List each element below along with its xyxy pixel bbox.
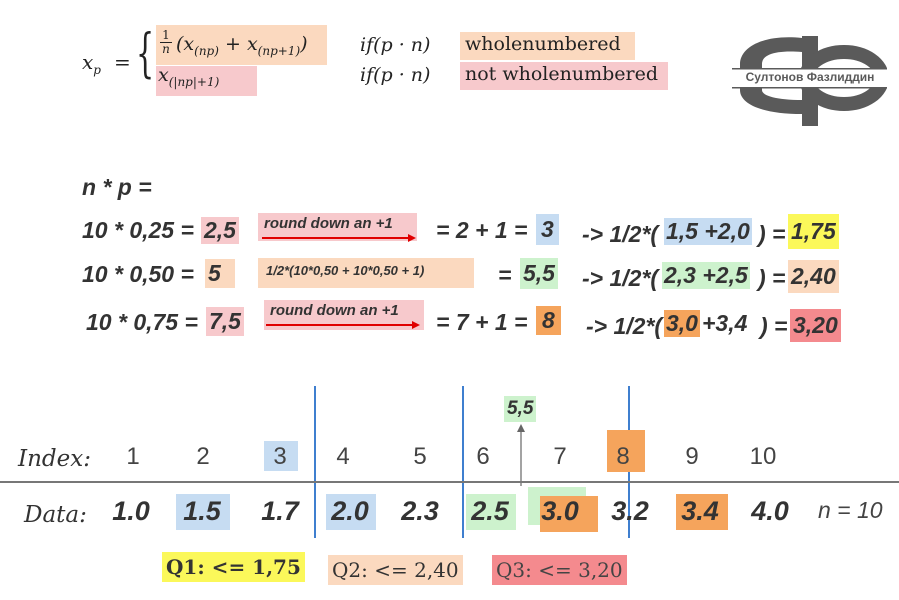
formula-brace: { — [136, 24, 155, 84]
data-cell: 1.0 — [112, 496, 150, 526]
up-arrow-icon — [517, 424, 525, 486]
formula-case1: (x(np) + x(np+1)) — [176, 33, 308, 58]
calc-equation: = — [498, 262, 512, 288]
data-cell: 1.7 — [261, 496, 299, 526]
formula-label1: wholenumbered — [465, 33, 621, 55]
formula-label2: not wholenumbered — [465, 63, 658, 85]
formula-condition1: if(p · n) — [360, 34, 431, 56]
calc-index: 8 — [536, 306, 561, 335]
q3-result-box: Q3: <= 3,20 — [492, 555, 627, 585]
formula-case2: x(|np|+1) — [158, 64, 220, 89]
calc-header: n * p = — [82, 174, 152, 200]
index-cell: 3 — [273, 443, 287, 470]
logo-text: Султонов Фазлиддин — [745, 70, 875, 84]
data-cell: 3.4 — [681, 496, 719, 526]
data-cell: 2.3 — [401, 496, 439, 526]
formula-lhs: xp — [82, 50, 101, 77]
calc-pair: 2,3 +2,5 — [662, 262, 750, 289]
calc-quartile: 1,75 — [788, 214, 839, 249]
index-cell: 5 — [413, 443, 427, 470]
index-cell: 10 — [749, 443, 777, 470]
calc-quartile: 2,40 — [788, 260, 839, 293]
calc-close: ) = — [760, 313, 788, 339]
calc-equation: = 7 + 1 = — [436, 309, 528, 335]
data-label: Data: — [24, 502, 87, 528]
table-separator — [0, 481, 899, 483]
calc-expression: 10 * 0,50 = — [82, 261, 194, 287]
sample-size-label: n = 10 — [818, 497, 883, 523]
author-logo: Султонов Фазлиддин — [732, 30, 889, 128]
calc-equation: = 2 + 1 = — [436, 217, 528, 243]
calc-result: 2,5 — [201, 217, 239, 244]
calc-result: 7,5 — [206, 307, 244, 336]
index-cell: 4 — [336, 443, 350, 470]
index-cell: 1 — [126, 443, 140, 470]
index-cell: 6 — [476, 443, 490, 470]
data-cell: 4.0 — [751, 496, 789, 526]
data-cell: 2.5 — [471, 496, 509, 526]
red-arrow-icon — [266, 321, 420, 329]
calc-note: round down an +1 — [264, 215, 393, 232]
calc-expression: 10 * 0,25 = — [82, 217, 194, 243]
index-cell: 9 — [685, 443, 699, 470]
data-cell: 1.5 — [183, 496, 221, 526]
formula-equals: = — [114, 50, 131, 74]
calc-close: ) = — [758, 221, 786, 247]
calc-pair-b: +3,4 — [702, 310, 748, 336]
index-cell: 8 — [616, 443, 630, 470]
formula-fraction: 1 n — [160, 29, 172, 56]
red-arrow-icon — [262, 234, 416, 242]
formula-condition2: if(p · n) — [360, 64, 431, 86]
q2-result-box: Q2: <= 2,40 — [328, 555, 463, 585]
calc-result: 5 — [205, 259, 235, 288]
calc-index: 3 — [536, 214, 559, 245]
calc-note: 1/2*(10*0,50 + 10*0,50 + 1) — [266, 263, 425, 278]
data-cell: 2.0 — [331, 496, 369, 526]
index-cell: 7 — [553, 443, 567, 470]
calc-note: round down an +1 — [270, 302, 399, 319]
calc-pair: 1,5 +2,0 — [664, 218, 752, 245]
calc-pair-a: 3,0 — [664, 310, 700, 337]
calc-arrow: -> 1/2*( — [582, 221, 659, 247]
data-cell: 3.0 — [541, 496, 579, 526]
calc-arrow: -> 1/2*( — [582, 265, 659, 291]
index-label: Index: — [18, 446, 91, 472]
calc-expression: 10 * 0,75 = — [86, 309, 198, 335]
median-marker: 5,5 — [504, 396, 537, 422]
q1-result-box: Q1: <= 1,75 — [162, 552, 305, 582]
calc-arrow: -> 1/2*( — [586, 313, 663, 339]
data-cell: 3.2 — [611, 496, 649, 526]
calc-close: ) = — [758, 265, 786, 291]
quartile-divider — [314, 386, 316, 538]
calc-quartile: 3,20 — [790, 309, 841, 342]
index-cell: 2 — [196, 443, 210, 470]
calc-index: 5,5 — [520, 258, 558, 289]
